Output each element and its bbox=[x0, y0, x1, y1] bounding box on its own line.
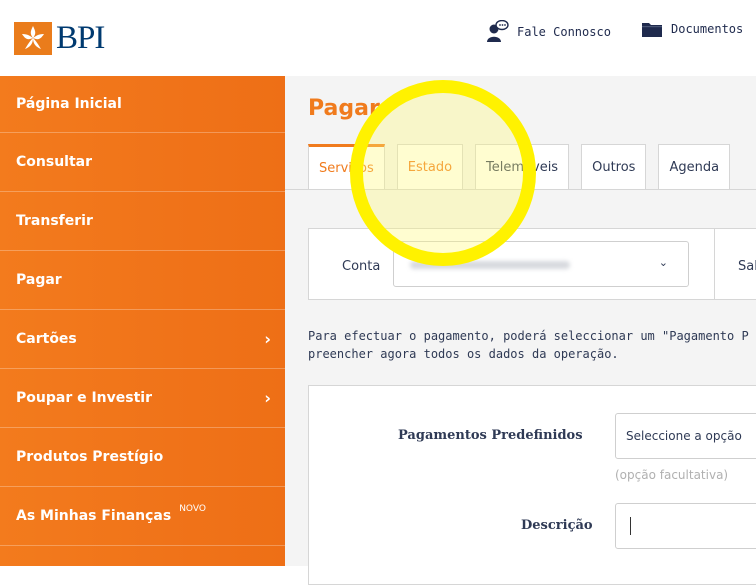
tab-telemoveis[interactable]: Telemóveis bbox=[475, 144, 570, 190]
folder-icon bbox=[642, 23, 662, 37]
tab-servicos[interactable]: Serviços bbox=[308, 144, 385, 190]
sidebar-item-pagina-inicial[interactable]: Página Inicial bbox=[0, 76, 285, 133]
descricao-label: Descrição bbox=[521, 518, 593, 533]
chat-person-icon bbox=[487, 20, 509, 42]
fale-connosco-label: Fale Connosco bbox=[517, 25, 611, 39]
novo-badge: NOVO bbox=[179, 504, 206, 514]
info-line: preencher agora todos os dados da operaç… bbox=[308, 347, 619, 361]
payment-info-text: Para efectuar o pagamento, poderá selecc… bbox=[308, 327, 756, 363]
tab-estado[interactable]: Estado bbox=[396, 144, 464, 190]
page-title: Pagar bbox=[308, 96, 380, 121]
text-cursor bbox=[630, 517, 631, 535]
sidebar-item-consultar[interactable]: Consultar bbox=[0, 133, 285, 192]
chevron-right-icon: › bbox=[264, 329, 271, 349]
sidebar-item-pagar[interactable]: Pagar bbox=[0, 251, 285, 310]
pagamentos-predefinidos-label: Pagamentos Predefinidos bbox=[398, 428, 583, 443]
payment-form: Pagamentos Predefinidos Seleccione a opç… bbox=[308, 385, 756, 585]
sidebar-item-label: Página Inicial bbox=[16, 96, 122, 112]
tab-outros[interactable]: Outros bbox=[581, 144, 647, 190]
predefined-payments-select[interactable]: Seleccione a opção bbox=[615, 413, 756, 459]
saldo-label: Sal bbox=[738, 259, 756, 274]
account-panel: Conta ⌄ Sal bbox=[308, 228, 756, 300]
sidebar-item-label: Pagar bbox=[16, 272, 62, 288]
tab-bar: Serviços Estado Telemóveis Outros Agenda bbox=[308, 144, 742, 190]
sidebar-item-minhas-financas[interactable]: As Minhas Finanças NOVO bbox=[0, 487, 285, 546]
bpi-logo-mark-icon bbox=[14, 22, 52, 55]
tab-agenda[interactable]: Agenda bbox=[658, 144, 731, 190]
documentos-link[interactable]: Documentos bbox=[641, 20, 743, 38]
bpi-logo-text: BPI bbox=[56, 20, 105, 56]
blurred-account-number bbox=[410, 261, 570, 269]
sidebar-item-produtos-prestigio[interactable]: Produtos Prestígio bbox=[0, 428, 285, 487]
info-line: Para efectuar o pagamento, poderá selecc… bbox=[308, 329, 749, 343]
select-placeholder: Seleccione a opção bbox=[626, 429, 742, 443]
sidebar-item-label: As Minhas Finanças bbox=[16, 508, 172, 524]
sidebar-item-label: Transferir bbox=[16, 213, 93, 229]
sidebar-item-label: Poupar e Investir bbox=[16, 390, 152, 406]
sidebar-item-label: Cartões bbox=[16, 331, 77, 347]
divider bbox=[714, 229, 715, 299]
main-content: Pagar Serviços Estado Telemóveis Outros … bbox=[285, 76, 756, 585]
optional-hint: (opção facultativa) bbox=[615, 468, 729, 482]
documentos-label: Documentos bbox=[671, 22, 744, 36]
descricao-input[interactable] bbox=[615, 503, 756, 549]
sidebar-item-poupar-investir[interactable]: Poupar e Investir › bbox=[0, 369, 285, 428]
sidebar-item-cartoes[interactable]: Cartões › bbox=[0, 310, 285, 369]
chevron-right-icon: › bbox=[264, 388, 271, 408]
bpi-logo[interactable]: BPI bbox=[14, 20, 105, 56]
top-header: BPI Fale Connosco Documentos bbox=[0, 0, 756, 77]
sidebar-item-label: Consultar bbox=[16, 154, 93, 170]
account-select[interactable]: ⌄ bbox=[393, 241, 689, 287]
fale-connosco-link[interactable]: Fale Connosco bbox=[487, 20, 611, 44]
chevron-down-icon: ⌄ bbox=[658, 256, 668, 269]
sidebar-item-label: Produtos Prestígio bbox=[16, 449, 164, 465]
conta-label: Conta bbox=[342, 259, 381, 274]
sidebar-nav: Página Inicial Consultar Transferir Paga… bbox=[0, 76, 285, 566]
sidebar-item-transferir[interactable]: Transferir bbox=[0, 192, 285, 251]
